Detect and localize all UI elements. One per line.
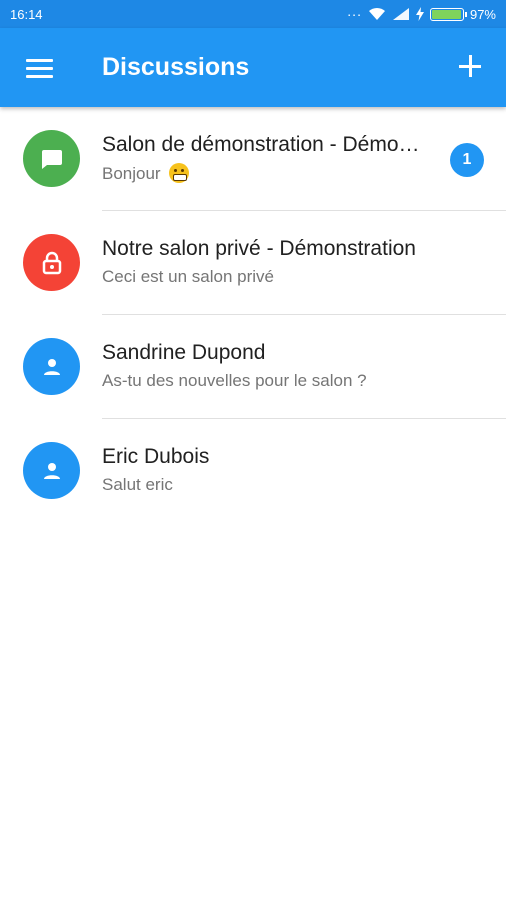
status-bar: 16:14 ... 97%	[0, 0, 506, 28]
page-title: Discussions	[102, 53, 250, 81]
app-bar: Discussions	[0, 28, 506, 107]
person-icon	[43, 462, 60, 479]
chat-bubble-icon	[41, 149, 62, 169]
signal-icon	[392, 7, 410, 21]
discussion-subtitle: As-tu des nouvelles pour le salon ?	[102, 371, 367, 390]
charging-icon	[415, 7, 424, 21]
person-icon	[43, 358, 60, 375]
lock-icon	[42, 251, 61, 274]
battery-icon	[429, 7, 467, 21]
discussion-message: Bonjour	[102, 164, 161, 183]
add-icon[interactable]	[458, 54, 484, 80]
discussion-item[interactable]: Salon de démonstration - Démonstration B…	[0, 107, 506, 211]
discussion-item[interactable]: Sandrine Dupond As-tu des nouvelles pour…	[0, 315, 506, 419]
discussion-subtitle: Salut eric	[102, 475, 173, 494]
discussion-item[interactable]: Notre salon privé - Démonstration Ceci e…	[0, 211, 506, 315]
discussion-list: Salon de démonstration - Démonstration B…	[0, 107, 506, 523]
wifi-icon	[368, 7, 386, 21]
notification-dots-icon: ...	[347, 3, 362, 19]
grinning-face-icon	[169, 163, 190, 183]
discussion-item[interactable]: Eric Dubois Salut eric	[0, 419, 506, 523]
status-icons: ... 97%	[347, 3, 496, 22]
status-time: 16:14	[10, 6, 43, 22]
discussion-title: Eric Dubois	[102, 445, 210, 468]
battery-fill	[431, 9, 462, 19]
unread-badge: 1	[450, 143, 484, 177]
discussion-title: Salon de démonstration - Démonstration	[102, 133, 422, 156]
discussion-subtitle: Bonjour	[102, 163, 442, 184]
avatar	[23, 130, 80, 187]
discussion-title: Notre salon privé - Démonstration	[102, 237, 416, 260]
avatar	[23, 442, 80, 499]
menu-icon[interactable]	[26, 57, 54, 79]
discussion-title: Sandrine Dupond	[102, 341, 266, 364]
avatar	[23, 234, 80, 291]
battery-percent: 97%	[469, 6, 496, 22]
discussion-subtitle: Ceci est un salon privé	[102, 267, 274, 286]
avatar	[23, 338, 80, 395]
